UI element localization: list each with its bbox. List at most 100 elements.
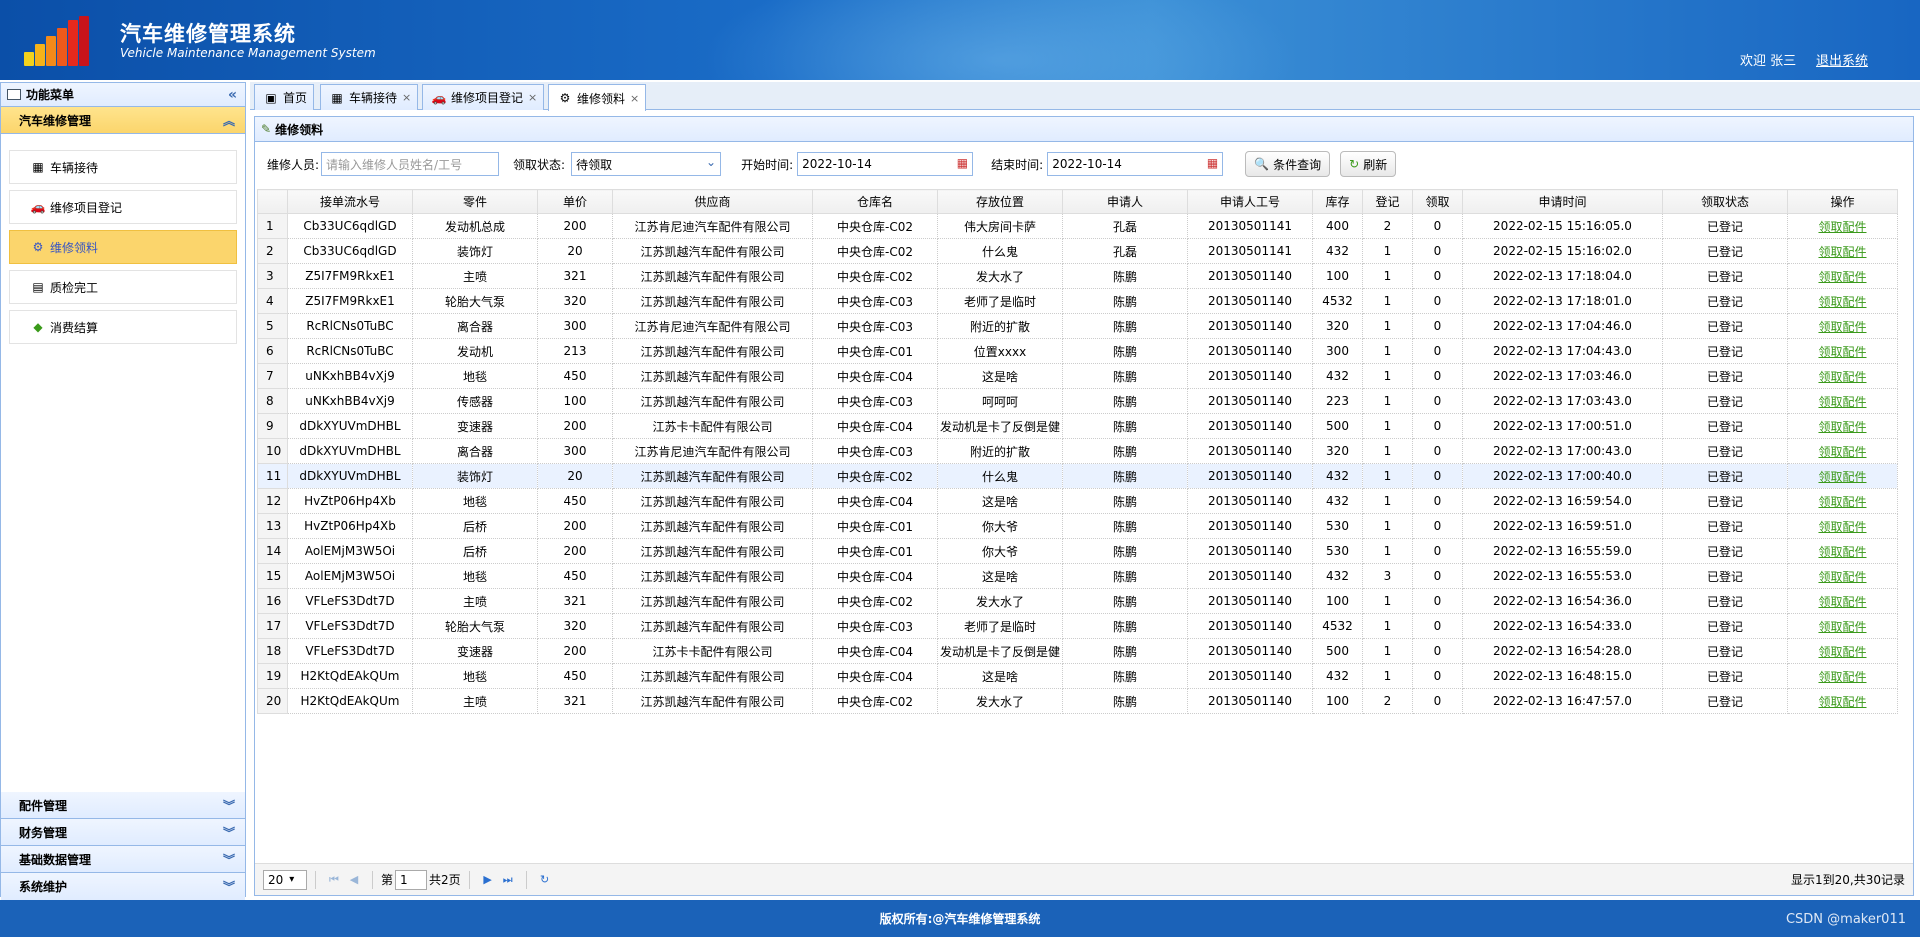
pickup-parts-link[interactable]: 领取配件 [1818,670,1866,684]
refresh-button[interactable]: ↻ 刷新 [1340,151,1397,177]
sidebar-item-reception[interactable]: ▦ 车辆接待 [9,150,237,184]
collapse-left-icon[interactable]: « [228,87,237,103]
tab-reception[interactable]: ▦ 车辆接待 × [320,84,419,110]
table-row[interactable]: 9 dDkXYUVmDHBL 变速器 200 江苏卡卡配件有限公司 中央仓库-C04 发动机… [257,413,1898,439]
table-cell: 发动机总成 [412,213,538,239]
pickup-parts-link[interactable]: 领取配件 [1818,595,1866,609]
table-cell: 孔磊 [1062,213,1188,239]
table-cell: 4532 [1312,613,1363,639]
table-row[interactable]: 10 dDkXYUVmDHBL 离合器 300 江苏肯尼迪汽车配件有限公司 中央仓库-C0… [257,438,1898,464]
page-size-select[interactable]: 20 ▾ [263,869,307,890]
calendar-icon[interactable]: ▦ [1207,156,1218,170]
table-row[interactable]: 20 H2KtQdEAkQUm 主喷 321 江苏凯越汽车配件有限公司 中央仓库-C02 发… [257,688,1898,714]
table-cell: 附近的扩散 [937,438,1063,464]
table-row[interactable]: 3 Z5I7FM9RkxE1 主喷 321 江苏凯越汽车配件有限公司 中央仓库-C02 发大… [257,263,1898,289]
prev-page-icon[interactable]: ◀ [344,873,364,886]
first-page-icon[interactable]: ⏮ [324,873,344,887]
table-row[interactable]: 6 RcRlCNs0TuBC 发动机 213 江苏凯越汽车配件有限公司 中央仓库-C01 位… [257,338,1898,364]
pickup-parts-link[interactable]: 领取配件 [1818,620,1866,634]
pickup-parts-link[interactable]: 领取配件 [1818,470,1866,484]
sidebar-item-quality-check[interactable]: ▤ 质检完工 [9,270,237,304]
tab-parts-pickup[interactable]: ⚙ 维修领料 × [548,84,647,111]
close-icon[interactable]: × [528,91,537,104]
close-icon[interactable]: × [630,92,639,105]
column-header[interactable]: 仓库名 [812,189,938,214]
table-cell: 中央仓库-C02 [812,463,938,489]
pickup-parts-link[interactable]: 领取配件 [1818,695,1866,709]
pickup-parts-link[interactable]: 领取配件 [1818,545,1866,559]
column-header[interactable]: 登记 [1362,189,1413,214]
column-header[interactable]: 申请时间 [1462,189,1663,214]
column-header[interactable]: 申请人 [1062,189,1188,214]
table-row[interactable]: 18 VFLeFS3Ddt7D 变速器 200 江苏卡卡配件有限公司 中央仓库-C04 发动… [257,638,1898,664]
tab-home[interactable]: ▣ 首页 [254,84,315,110]
pickup-parts-link[interactable]: 领取配件 [1818,645,1866,659]
table-row[interactable]: 15 AolEMjM3W5Oi 地毯 450 江苏凯越汽车配件有限公司 中央仓库-C04 这… [257,563,1898,589]
column-header[interactable]: 单价 [537,189,613,214]
calendar-icon[interactable]: ▦ [957,156,968,170]
sidebar-item-repair-register[interactable]: 🚗 维修项目登记 [9,190,237,224]
table-row[interactable]: 7 uNKxhBB4vXj9 地毯 450 江苏凯越汽车配件有限公司 中央仓库-C04 这是… [257,363,1898,389]
pickup-parts-link[interactable]: 领取配件 [1818,520,1866,534]
pickup-parts-link[interactable]: 领取配件 [1818,220,1866,234]
end-date-input[interactable]: 2022-10-14 ▦ [1047,152,1224,176]
table-row[interactable]: 4 Z5I7FM9RkxE1 轮胎大气泵 320 江苏凯越汽车配件有限公司 中央仓库-C0… [257,288,1898,314]
pickup-parts-link[interactable]: 领取配件 [1818,370,1866,384]
pickup-parts-link[interactable]: 领取配件 [1818,420,1866,434]
column-header[interactable]: 供应商 [612,189,813,214]
table-cell: 20130501140 [1187,438,1313,464]
column-header[interactable]: 零件 [412,189,538,214]
section-finance[interactable]: 财务管理 ︾ [1,819,245,846]
divider [525,870,527,889]
logout-link[interactable]: 退出系统 [1816,50,1868,69]
pickup-parts-link[interactable]: 领取配件 [1818,445,1866,459]
table-row[interactable]: 17 VFLeFS3Ddt7D 轮胎大气泵 320 江苏凯越汽车配件有限公司 中央仓库-C… [257,613,1898,639]
column-header[interactable]: 接单流水号 [287,189,413,214]
last-page-icon[interactable]: ⏭ [498,873,518,887]
table-row[interactable]: 13 HvZtP06Hp4Xb 后桥 200 江苏凯越汽车配件有限公司 中央仓库-C01 你… [257,513,1898,539]
pickup-parts-link[interactable]: 领取配件 [1818,245,1866,259]
column-header[interactable]: 库存 [1312,189,1363,214]
start-date-input[interactable]: 2022-10-14 ▦ [797,152,974,176]
pickup-parts-link[interactable]: 领取配件 [1818,495,1866,509]
pickup-parts-link[interactable]: 领取配件 [1818,395,1866,409]
table-row[interactable]: 11 dDkXYUVmDHBL 装饰灯 20 江苏凯越汽车配件有限公司 中央仓库-C02 什… [257,463,1898,489]
pickup-parts-link[interactable]: 领取配件 [1818,345,1866,359]
page-number-input[interactable]: 1 [395,869,428,890]
table-row[interactable]: 2 Cb33UC6qdlGD 装饰灯 20 江苏凯越汽车配件有限公司 中央仓库-C02 什么… [257,238,1898,264]
table-row[interactable]: 1 Cb33UC6qdlGD 发动机总成 200 江苏肯尼迪汽车配件有限公司 中央仓库-C… [257,213,1898,239]
table-cell: 2022-02-13 17:00:43.0 [1462,438,1663,464]
section-car-repair[interactable]: 汽车维修管理 ︽ [1,107,245,134]
close-icon[interactable]: × [402,91,411,104]
pickup-parts-link[interactable]: 领取配件 [1818,270,1866,284]
table-row[interactable]: 8 uNKxhBB4vXj9 传感器 100 江苏凯越汽车配件有限公司 中央仓库-C03 呵… [257,388,1898,414]
query-button[interactable]: 🔍 条件查询 [1245,151,1331,177]
pickup-parts-link[interactable]: 领取配件 [1818,320,1866,334]
reload-icon[interactable]: ↻ [535,873,555,886]
column-header[interactable]: 操作 [1787,189,1898,214]
column-header[interactable]: 存放位置 [937,189,1063,214]
table-row[interactable]: 12 HvZtP06Hp4Xb 地毯 450 江苏凯越汽车配件有限公司 中央仓库-C04 这… [257,488,1898,514]
pickup-parts-link[interactable]: 领取配件 [1818,295,1866,309]
table-row[interactable]: 19 H2KtQdEAkQUm 地毯 450 江苏凯越汽车配件有限公司 中央仓库-C04 这… [257,663,1898,689]
table-row[interactable]: 5 RcRlCNs0TuBC 离合器 300 江苏肯尼迪汽车配件有限公司 中央仓库-C03… [257,313,1898,339]
sidebar-item-settlement[interactable]: ◆ 消费结算 [9,310,237,344]
section-parts[interactable]: 配件管理 ︾ [1,792,245,819]
pickup-parts-link[interactable]: 领取配件 [1818,570,1866,584]
column-header[interactable]: 领取 [1412,189,1463,214]
chevron-up-icon: ︽ [222,113,235,128]
tab-repair-register[interactable]: 🚗 维修项目登记 × [422,84,545,110]
table-cell: 中央仓库-C04 [812,413,938,439]
section-system[interactable]: 系统维护 ︾ [1,873,245,900]
column-header[interactable]: 申请人工号 [1187,189,1313,214]
table-row[interactable]: 14 AolEMjM3W5Oi 后桥 200 江苏凯越汽车配件有限公司 中央仓库-C01 你… [257,538,1898,564]
table-row[interactable]: 16 VFLeFS3Ddt7D 主喷 321 江苏凯越汽车配件有限公司 中央仓库-C02 发… [257,588,1898,614]
person-search-input[interactable]: 请输入维修人员姓名/工号 [321,152,500,176]
sidebar-item-parts-pickup[interactable]: ⚙ 维修领料 [9,230,237,264]
table-cell: 中央仓库-C04 [812,363,938,389]
section-basic-data[interactable]: 基础数据管理 ︾ [1,846,245,873]
next-page-icon[interactable]: ▶ [478,873,498,886]
status-select[interactable]: 待领取 ⌄ [571,152,722,176]
column-header[interactable]: 领取状态 [1662,189,1788,214]
table-cell: 20130501140 [1187,263,1313,289]
